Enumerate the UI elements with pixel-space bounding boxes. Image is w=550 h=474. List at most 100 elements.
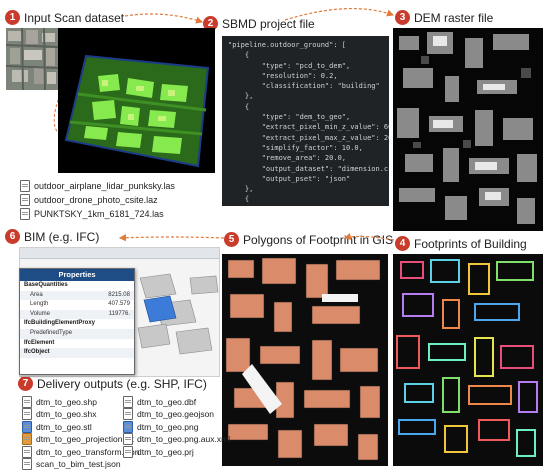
property-row: IfcElement [20, 339, 134, 349]
file-icon [22, 458, 32, 470]
property-label: BaseQuantities [24, 282, 68, 288]
code-line: }, [228, 185, 254, 194]
output-file[interactable]: dtm_to_geo_projection.txt [22, 433, 134, 446]
code-line: { [228, 51, 250, 60]
property-label: Volume [30, 310, 51, 317]
step-4-header: 4 Footprints of Building [395, 236, 527, 251]
point-cloud-graphic [58, 28, 215, 173]
scan-file-2-label: outdoor_drone_photo_csite.laz [34, 195, 158, 205]
step-4-badge: 4 [395, 236, 410, 251]
step-5-header: 5 Polygons of Footprint in GIS [224, 232, 393, 247]
step-1-badge: 1 [5, 10, 20, 25]
file-icon [20, 208, 30, 220]
step-2-header: 2 SBMD project file [203, 16, 315, 31]
output-file[interactable]: dtm_to_geo.geojson [123, 408, 214, 421]
step-7-title: Delivery outputs (e.g. SHP, IFC) [37, 376, 207, 391]
code-line: "type": "geo_to_bim_outdoor", [228, 205, 384, 207]
output-file[interactable]: dtm_to_geo.png [123, 420, 199, 433]
code-line: "classification": "building" [228, 82, 380, 91]
property-row: Volume 119776. [20, 309, 134, 320]
step-5-badge: 5 [224, 232, 239, 247]
step-1-header: 1 Input Scan dataset [5, 10, 124, 25]
step-5-title: Polygons of Footprint in GIS [243, 232, 394, 247]
file-icon [22, 420, 32, 433]
step-3-title: DEM raster file [414, 10, 494, 25]
step-3-badge: 3 [395, 10, 410, 25]
output-file-label: dtm_to_geo.shp [36, 397, 97, 407]
property-row: BaseQuantities [20, 281, 134, 291]
output-file[interactable]: dtm_to_geo.prj [123, 445, 194, 458]
aerial-photo-graphic [6, 28, 58, 90]
properties-title: Properties [20, 269, 134, 281]
file-icon [22, 433, 32, 446]
output-file-label: scan_to_bim_test.json [36, 459, 121, 469]
output-file[interactable]: dtm_to_geo.png.aux.xml [123, 433, 231, 446]
file-icon [22, 445, 32, 458]
file-icon [20, 180, 30, 192]
output-file[interactable]: dtm_to_geo.stl [22, 420, 92, 433]
output-file-label: dtm_to_geo_projection.txt [36, 434, 134, 445]
code-line: "type": "dem_to_geo", [228, 113, 351, 122]
output-file[interactable]: dtm_to_geo_transform.json [22, 445, 139, 458]
file-icon [22, 396, 32, 408]
step-4-title: Footprints of Building [414, 236, 527, 251]
code-line: "extract_pixel_max_z_value": 200, [228, 133, 389, 142]
property-value: 119776. [108, 310, 130, 317]
code-line: }, [228, 92, 254, 101]
output-file[interactable]: scan_to_bim_test.json [22, 458, 121, 470]
code-line: "output_dataset": "dimension.csv", [228, 164, 389, 173]
property-label: PredefinedType [30, 329, 73, 336]
code-lines: "pipeline.outdoor_ground": [ { "type": "… [228, 40, 389, 207]
code-line: "resolution": 0.2, [228, 71, 338, 80]
scan-file-3-label: PUNKTSKY_1km_6181_724.las [34, 209, 164, 219]
property-row: Area 8215.08 [20, 290, 134, 301]
property-label: IfcObject [24, 349, 50, 356]
property-row: IfcBuildingElementProxy [20, 319, 134, 329]
footprints-view [393, 254, 543, 466]
scan-file-2[interactable]: outdoor_drone_photo_csite.laz [20, 194, 158, 206]
property-row: Length 407.579 [20, 300, 134, 310]
output-file-label: dtm_to_geo.stl [36, 421, 92, 432]
property-label: IfcElement [24, 339, 55, 346]
step-2-title: SBMD project file [222, 16, 315, 31]
property-value: 407.579 [108, 301, 130, 308]
property-value: 8215.08 [108, 291, 130, 298]
code-line: "simplify_factor": 10.0, [228, 143, 363, 152]
output-file-label: dtm_to_geo.png.aux.xml [137, 434, 231, 445]
file-icon [123, 408, 133, 421]
code-line: "extract_pixel_min_z_value": 60, [228, 123, 389, 132]
code-line: "output_pset": "json" [228, 174, 351, 183]
point-cloud-view [58, 28, 215, 173]
scan-file-1[interactable]: outdoor_airplane_lidar_punksky.las [20, 180, 175, 192]
arrow-5-to-6 [118, 234, 225, 242]
step-3-header: 3 DEM raster file [395, 10, 493, 25]
step-7-header: 7 Delivery outputs (e.g. SHP, IFC) [18, 376, 207, 391]
output-file-label: dtm_to_geo.prj [137, 446, 194, 457]
scan-file-3[interactable]: PUNKTSKY_1km_6181_724.las [20, 208, 164, 220]
output-file-label: dtm_to_geo.dbf [137, 397, 197, 407]
step-7-badge: 7 [18, 376, 33, 391]
gis-polygons-view [222, 254, 388, 466]
file-icon [123, 445, 133, 458]
step-6-badge: 6 [5, 229, 20, 244]
code-line: { [228, 102, 250, 111]
output-file[interactable]: dtm_to_geo.dbf [123, 396, 196, 408]
file-icon [123, 420, 133, 433]
properties-rows: BaseQuantities Area 8215.08 Length 407.579 Vo… [20, 281, 134, 358]
output-file[interactable]: dtm_to_geo.shp [22, 396, 97, 408]
output-file-label: dtm_to_geo.png [137, 421, 199, 432]
gis-polygons-graphic [222, 254, 388, 466]
footprints-graphic [393, 254, 543, 466]
step-1-title: Input Scan dataset [24, 10, 125, 25]
dem-raster-graphic [393, 28, 543, 231]
properties-window[interactable]: Properties BaseQuantities Area 8215.08 Leng… [19, 268, 135, 375]
property-label: IfcBuildingElementProxy [24, 320, 96, 327]
property-label: Length [30, 301, 49, 308]
dem-raster-view [393, 28, 543, 231]
code-line: "pipeline.outdoor_ground": [ [228, 41, 347, 49]
code-line: { [228, 195, 250, 204]
scan-file-1-label: outdoor_airplane_lidar_punksky.las [34, 181, 175, 191]
file-icon [22, 408, 32, 421]
file-icon [123, 433, 133, 446]
output-file[interactable]: dtm_to_geo.shx [22, 408, 96, 421]
